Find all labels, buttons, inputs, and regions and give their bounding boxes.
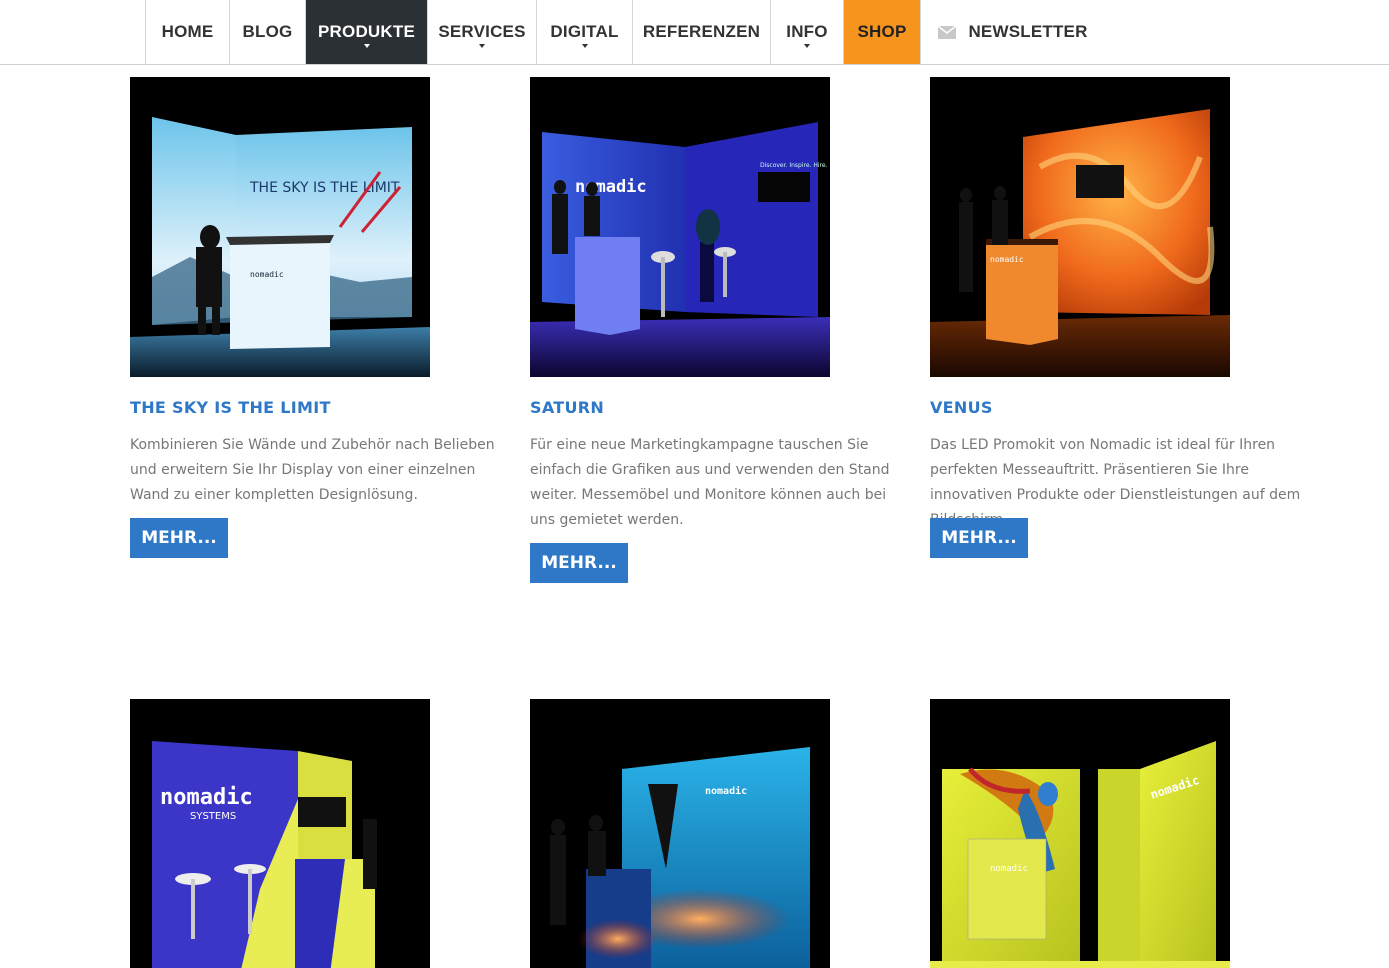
nav-label: SERVICES [438,22,526,41]
product-title[interactable]: THE SKY IS THE LIMIT [130,398,331,417]
nav-item-referenzen[interactable]: REFERENZEN [633,0,771,64]
booth-logo-sub: SYSTEMS [190,811,236,822]
nav-label: PRODUKTE [318,22,415,41]
nav-label: DIGITAL [550,22,619,41]
nav-label: REFERENZEN [642,22,761,41]
booth-logo: nomadic [160,785,253,810]
more-button[interactable]: MEHR... [930,518,1028,558]
main-navigation: HOME BLOG PRODUKTE SERVICES DIGITAL REFE… [0,0,1389,65]
product-title[interactable]: VENUS [930,398,993,417]
booth-logo: nomadic [250,270,284,279]
nav-label: NEWSLETTER [968,22,1088,41]
product-description: Für eine neue Marketingkampagne tauschen… [530,437,890,528]
nav-label: BLOG [242,22,293,41]
chevron-down-icon [479,44,485,48]
chevron-down-icon [363,44,370,48]
product-description: Kombinieren Sie Wände und Zubehör nach B… [130,437,495,503]
image-caption: Discover. Inspire. Hire. [760,162,828,169]
nav-label: SHOP [857,22,907,41]
product-image[interactable]: nomadic Discover. Inspire. Hire. [530,77,830,377]
chevron-down-icon [804,44,810,48]
more-button[interactable]: MEHR... [530,543,628,583]
image-caption: THE SKY IS THE LIMIT [249,180,400,196]
product-title[interactable]: SATURN [530,398,604,417]
nav-item-home[interactable]: HOME [146,0,230,64]
envelope-icon [938,25,957,39]
product-image[interactable]: nomadic [530,699,830,968]
booth-logo: nomadic [990,255,1024,264]
nav-item-newsletter[interactable]: NEWSLETTER [921,0,1091,64]
product-image[interactable]: nomadic SYSTEMS [130,699,430,968]
nav-item-produkte[interactable]: PRODUKTE [306,0,428,64]
booth-logo: nomadic [705,785,747,797]
nav-label: HOME [161,22,214,41]
product-image[interactable]: THE SKY IS THE LIMIT nomadic [130,77,430,377]
nav-item-info[interactable]: INFO [771,0,844,64]
product-image[interactable]: nomadic [930,77,1230,377]
nav-menu: HOME BLOG PRODUKTE SERVICES DIGITAL REFE… [145,0,1091,64]
booth-logo: nomadic [990,864,1028,874]
more-button[interactable]: MEHR... [130,518,228,558]
product-image[interactable]: nomadic nomadic [930,699,1230,968]
nav-label: INFO [786,22,828,41]
nav-item-shop[interactable]: SHOP [844,0,921,64]
nav-item-services[interactable]: SERVICES [428,0,537,64]
nav-item-digital[interactable]: DIGITAL [537,0,633,64]
nav-item-blog[interactable]: BLOG [230,0,306,64]
chevron-down-icon [581,44,588,48]
booth-logo: nomadic [575,177,647,197]
